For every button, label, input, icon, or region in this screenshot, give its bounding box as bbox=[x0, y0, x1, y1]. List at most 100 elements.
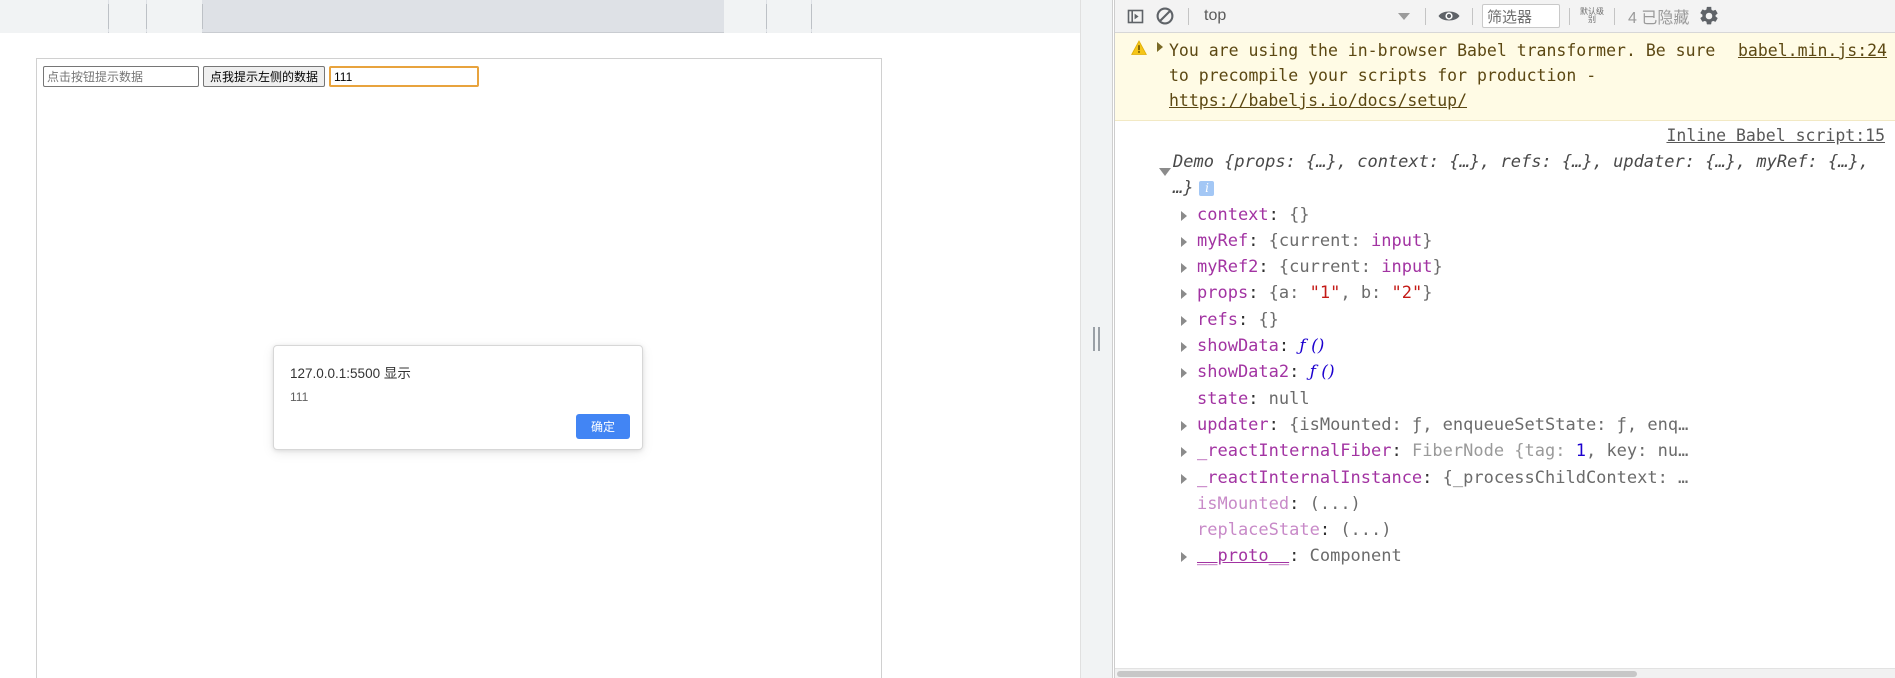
property-separator: : bbox=[1319, 520, 1341, 541]
console-filter-input[interactable]: 筛选器 bbox=[1482, 4, 1560, 28]
triangle-down-icon[interactable] bbox=[1159, 168, 1171, 176]
tab-slot-5[interactable] bbox=[767, 0, 811, 33]
object-property-row[interactable]: isMounted: (...) bbox=[1115, 491, 1895, 517]
toolbar-divider-5 bbox=[1614, 7, 1615, 25]
dialog-confirm-button[interactable]: 确定 bbox=[576, 414, 630, 439]
gear-icon bbox=[1700, 6, 1718, 25]
object-property-row[interactable]: refs: {} bbox=[1115, 307, 1895, 333]
devtools-settings-button[interactable] bbox=[1695, 3, 1723, 29]
triangle-right-icon[interactable] bbox=[1181, 473, 1187, 484]
property-value: {isMounted: ƒ, enqueueSetState: ƒ, enq… bbox=[1289, 414, 1689, 435]
object-property-row[interactable]: __proto__: Component bbox=[1115, 543, 1895, 569]
inline-babel-script-link[interactable]: Inline Babel script:15 bbox=[1666, 126, 1885, 145]
property-key: refs bbox=[1197, 309, 1238, 330]
info-badge-icon[interactable]: i bbox=[1199, 181, 1215, 197]
object-property-row[interactable]: state: null bbox=[1115, 386, 1895, 412]
log-level-select[interactable]: 默认级别 bbox=[1579, 3, 1605, 29]
triangle-right-icon[interactable] bbox=[1157, 42, 1163, 52]
live-expression-button[interactable] bbox=[1435, 3, 1463, 29]
property-key: updater bbox=[1197, 414, 1269, 435]
property-value: ƒ () bbox=[1309, 362, 1335, 383]
property-separator: : bbox=[1248, 230, 1269, 251]
property-separator: : bbox=[1289, 493, 1310, 514]
object-property-row[interactable]: showData2: ƒ () bbox=[1115, 359, 1895, 385]
object-property-row[interactable]: myRef2: {current: input} bbox=[1115, 254, 1895, 280]
triangle-right-icon[interactable] bbox=[1181, 447, 1187, 458]
property-value: {current: input} bbox=[1268, 230, 1433, 251]
object-property-row[interactable]: showData: ƒ () bbox=[1115, 333, 1895, 359]
object-property-row[interactable]: myRef: {current: input} bbox=[1115, 228, 1895, 254]
object-property-row[interactable]: _reactInternalInstance: {_processChildCo… bbox=[1115, 465, 1895, 491]
babel-setup-link[interactable]: https://babeljs.io/docs/setup/ bbox=[1169, 91, 1467, 110]
property-separator: : bbox=[1258, 257, 1279, 278]
object-header-row[interactable]: Demo {props: {…}, context: {…}, refs: {…… bbox=[1115, 149, 1895, 202]
triangle-right-icon[interactable] bbox=[1181, 210, 1187, 221]
property-separator: : bbox=[1289, 362, 1310, 383]
chevron-down-icon bbox=[1398, 12, 1410, 20]
property-key: context bbox=[1197, 204, 1269, 225]
scrollbar-thumb[interactable] bbox=[1117, 671, 1637, 677]
object-property-row[interactable]: replaceState: (...) bbox=[1115, 517, 1895, 543]
focused-value-input[interactable] bbox=[329, 66, 480, 87]
property-value: null bbox=[1268, 388, 1310, 409]
property-value: (...) bbox=[1340, 520, 1392, 541]
demo-form-row: 点我提示左侧的数据 bbox=[43, 66, 480, 87]
tab-slot-3[interactable] bbox=[147, 0, 202, 33]
tab-divider-3 bbox=[202, 4, 203, 29]
devtools-resize-handle[interactable] bbox=[1080, 0, 1113, 678]
tab-slot-2[interactable] bbox=[109, 0, 146, 33]
tab-slot-6[interactable] bbox=[812, 0, 1080, 33]
console-horizontal-scrollbar[interactable] bbox=[1115, 668, 1895, 678]
object-property-row[interactable]: props: {a: "1", b: "2"} bbox=[1115, 280, 1895, 306]
object-property-row[interactable]: _reactInternalFiber: FiberNode {tag: 1, … bbox=[1115, 438, 1895, 464]
object-property-row[interactable]: updater: {isMounted: ƒ, enqueueSetState:… bbox=[1115, 412, 1895, 438]
execution-context-select[interactable]: top bbox=[1198, 3, 1416, 29]
console-toolbar: top 筛选器 默认级别 4 已隐藏 bbox=[1115, 0, 1895, 33]
triangle-right-icon[interactable] bbox=[1181, 236, 1187, 247]
tab-slot-4[interactable] bbox=[724, 0, 766, 33]
hidden-messages-count[interactable]: 4 已隐藏 bbox=[1624, 4, 1693, 28]
property-value: Component bbox=[1309, 546, 1402, 567]
tab-slot-1[interactable] bbox=[0, 0, 108, 33]
triangle-right-icon[interactable] bbox=[1181, 552, 1187, 563]
warning-source-link[interactable]: babel.min.js:24 bbox=[1738, 38, 1887, 63]
triangle-right-icon[interactable] bbox=[1181, 289, 1187, 300]
toolbar-divider-1 bbox=[1188, 7, 1189, 25]
property-key: _reactInternalFiber bbox=[1197, 441, 1392, 462]
clear-console-button[interactable] bbox=[1151, 3, 1179, 29]
tip-data-input[interactable] bbox=[43, 66, 199, 87]
object-property-row[interactable]: context: {} bbox=[1115, 202, 1895, 228]
triangle-right-icon[interactable] bbox=[1181, 263, 1187, 274]
triangle-right-icon[interactable] bbox=[1181, 315, 1187, 326]
property-value: {} bbox=[1258, 309, 1279, 330]
console-sidebar-toggle-button[interactable] bbox=[1121, 3, 1149, 29]
property-key: showData2 bbox=[1197, 362, 1290, 383]
console-message-list: babel.min.js:24 You are using the in-brow… bbox=[1115, 33, 1895, 678]
js-alert-dialog: 127.0.0.1:5500 显示 111 确定 bbox=[273, 345, 643, 450]
property-key: _reactInternalInstance bbox=[1197, 467, 1423, 488]
triangle-right-icon[interactable] bbox=[1181, 342, 1187, 353]
property-key: showData bbox=[1197, 336, 1279, 357]
show-left-data-button[interactable]: 点我提示左侧的数据 bbox=[203, 66, 326, 87]
triangle-right-icon[interactable] bbox=[1181, 368, 1187, 379]
property-separator: : bbox=[1268, 204, 1290, 225]
dialog-origin-label: 127.0.0.1:5500 显示 bbox=[290, 366, 411, 381]
property-key: myRef bbox=[1197, 230, 1249, 251]
live-expression-eye-icon bbox=[1438, 11, 1460, 21]
property-value: (...) bbox=[1309, 493, 1361, 514]
warning-text-lead: You are using the in-browser Babel bbox=[1169, 41, 1517, 60]
property-separator: : bbox=[1278, 336, 1300, 357]
property-value: {current: input} bbox=[1278, 257, 1443, 278]
property-value: ƒ () bbox=[1299, 336, 1325, 357]
property-separator: : bbox=[1248, 283, 1269, 304]
console-warning-message[interactable]: babel.min.js:24 You are using the in-brow… bbox=[1115, 33, 1895, 121]
triangle-right-icon[interactable] bbox=[1181, 420, 1187, 431]
property-key: isMounted bbox=[1197, 493, 1290, 514]
devtools-console-panel: top 筛选器 默认级别 4 已隐藏 babel.min.js:24 You a… bbox=[1114, 0, 1895, 678]
screen-root: 点我提示左侧的数据 127.0.0.1:5500 显示 111 确定 bbox=[0, 0, 1895, 678]
clear-console-icon bbox=[1156, 7, 1174, 25]
property-value: FiberNode {tag: 1, key: nu… bbox=[1411, 441, 1689, 462]
toolbar-divider-4 bbox=[1569, 7, 1570, 25]
dialog-message-text: 111 bbox=[290, 390, 309, 404]
browser-tab-strip bbox=[0, 0, 1113, 33]
